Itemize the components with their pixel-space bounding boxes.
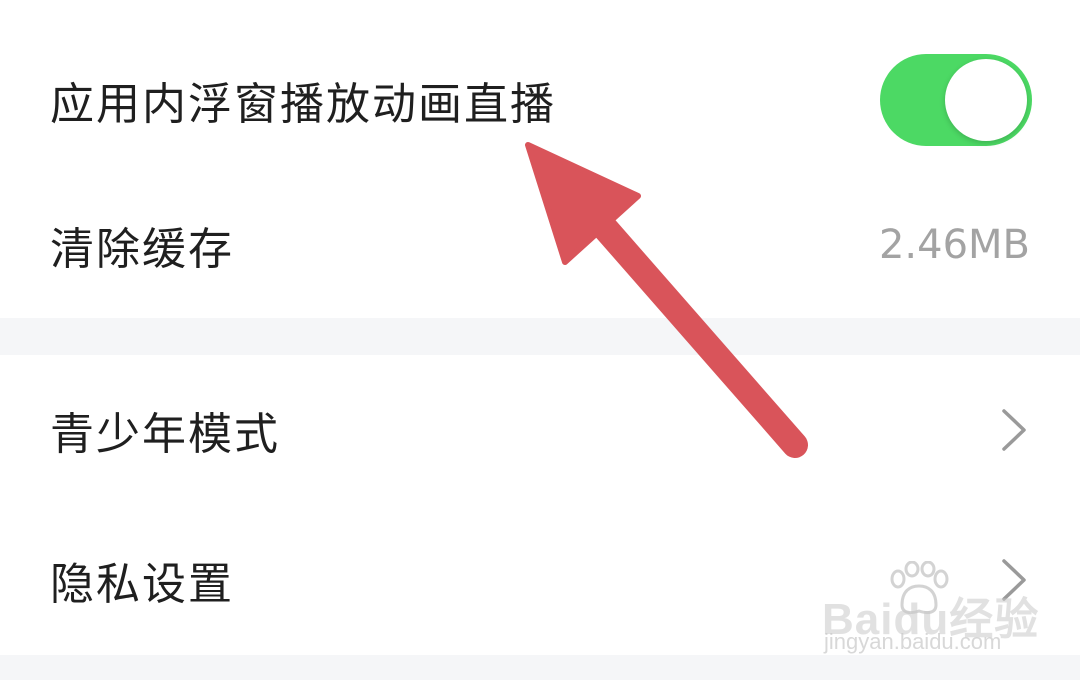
settings-screen: 应用内浮窗播放动画直播 清除缓存 2.46MB 青少年模式 隐私设置 Baidu… (0, 0, 1080, 680)
section-divider (0, 655, 1080, 680)
cache-size-value: 2.46MB (878, 222, 1030, 268)
chevron-right-icon (1002, 559, 1026, 601)
privacy-settings-label: 隐私设置 (50, 559, 234, 610)
float-window-label: 应用内浮窗播放动画直播 (50, 79, 556, 130)
float-window-toggle[interactable] (880, 54, 1032, 146)
toggle-knob (945, 59, 1027, 141)
teen-mode-row[interactable]: 青少年模式 (0, 355, 1080, 505)
clear-cache-label: 清除缓存 (50, 224, 234, 275)
section-divider (0, 318, 1080, 355)
teen-mode-label: 青少年模式 (50, 409, 280, 460)
privacy-settings-row[interactable]: 隐私设置 (0, 505, 1080, 655)
float-window-setting-row: 应用内浮窗播放动画直播 (0, 20, 1080, 180)
chevron-right-icon (1002, 409, 1026, 451)
clear-cache-row[interactable]: 清除缓存 2.46MB (0, 170, 1080, 320)
